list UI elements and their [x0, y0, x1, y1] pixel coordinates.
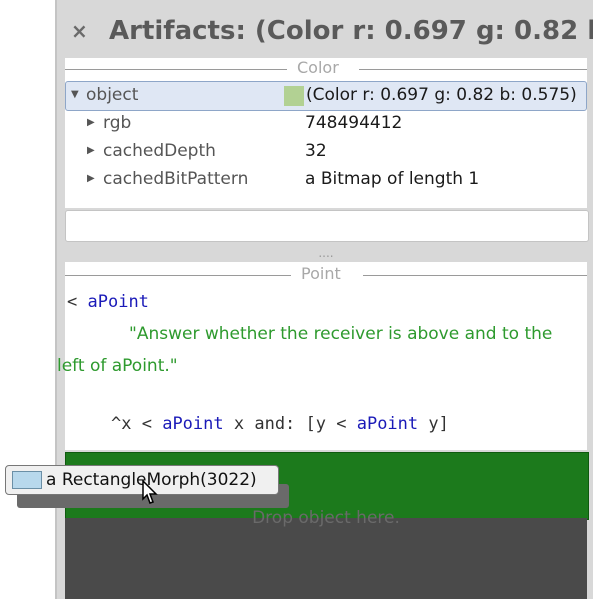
method-comment-line-2: left of aPoint." [57, 356, 178, 376]
field-value: (Color r: 0.697 g: 0.82 b: 0.575) [306, 85, 577, 105]
close-icon[interactable]: × [71, 19, 88, 43]
artifacts-window: × Artifacts: (Color r: 0.697 g: 0.82 b: … [55, 0, 593, 599]
mouse-pointer-icon [142, 480, 158, 504]
drop-zone-label: Drop object here. [252, 508, 400, 528]
field-name: cachedDepth [103, 141, 216, 161]
expand-right-icon[interactable]: ▶ [87, 173, 95, 184]
point-section-separator: Point [65, 264, 587, 286]
pane-splitter[interactable]: .... [57, 246, 593, 260]
field-name: rgb [103, 113, 132, 133]
evaluator-input[interactable] [65, 210, 589, 242]
inspector-row-object[interactable]: ▼ object (Color r: 0.697 g: 0.82 b: 0.57… [65, 81, 587, 111]
field-name: cachedBitPattern [103, 169, 249, 189]
method-body: ^x < aPoint x and: [y < aPoint y] [111, 414, 449, 434]
morph-swatch-icon [12, 471, 42, 489]
method-selector: < aPoint [67, 292, 149, 312]
inspector-pane: Color ▼ object (Color r: 0.697 g: 0.82 b… [65, 58, 587, 208]
window-title: Artifacts: (Color r: 0.697 g: 0.82 b: 0.… [109, 16, 593, 46]
inspector-row-cached-bit-pattern[interactable]: ▶ cachedBitPattern a Bitmap of length 1 [65, 166, 587, 194]
color-swatch [284, 86, 304, 106]
method-comment-line-1: "Answer whether the receiver is above an… [129, 324, 553, 344]
color-section-label: Color [297, 58, 339, 77]
code-pane[interactable]: Point < aPoint "Answer whether the recei… [57, 262, 587, 450]
inspector-row-rgb[interactable]: ▶ rgb 748494412 [65, 110, 587, 138]
expand-right-icon[interactable]: ▶ [87, 117, 95, 128]
field-value: 32 [305, 141, 327, 161]
point-section-label: Point [301, 264, 341, 283]
field-name: object [86, 85, 139, 105]
inspector-row-cached-depth[interactable]: ▶ cachedDepth 32 [65, 138, 587, 166]
window-title-bar[interactable]: × Artifacts: (Color r: 0.697 g: 0.82 b: … [57, 10, 593, 54]
color-section-separator: Color [65, 58, 587, 80]
expand-down-icon[interactable]: ▼ [71, 89, 79, 100]
field-value: a Bitmap of length 1 [305, 169, 480, 189]
drop-zone[interactable] [65, 518, 587, 599]
expand-right-icon[interactable]: ▶ [87, 145, 95, 156]
field-value: 748494412 [305, 113, 403, 133]
